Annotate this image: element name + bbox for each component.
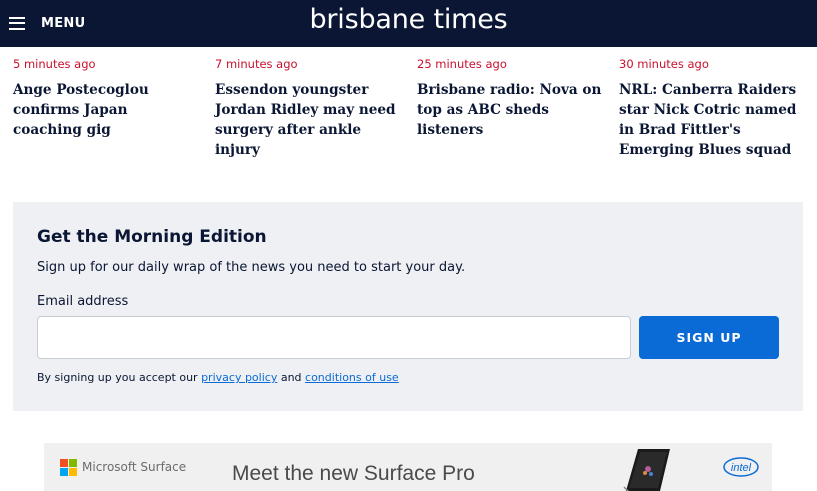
story-headline[interactable]: Essendon youngster Jordan Ridley may nee… [215,80,400,160]
email-field[interactable] [37,316,631,359]
email-label: Email address [37,294,129,309]
intel-logo-icon: intel [723,457,759,477]
newsletter-signup: Get the Morning Edition Sign up for our … [13,202,803,411]
privacy-policy-link[interactable]: privacy policy [201,371,277,384]
ad-brand: Microsoft Surface [82,460,187,474]
site-logo[interactable]: brisbane times [0,0,817,40]
story-timestamp: 30 minutes ago [619,57,709,71]
newsletter-heading: Get the Morning Edition [37,227,267,247]
terms-and: and [277,371,306,384]
newsletter-description: Sign up for our daily wrap of the news y… [37,260,466,275]
story-timestamp: 5 minutes ago [13,57,96,71]
svg-text:intel: intel [731,462,752,474]
sign-up-button[interactable]: SIGN UP [639,316,779,359]
story-headline[interactable]: NRL: Canberra Raiders star Nick Cotric n… [619,80,804,160]
surface-device-image [623,449,670,491]
advertisement-banner[interactable]: Microsoft Surface Meet the new Surface P… [44,443,772,491]
latest-stories: 5 minutes ago Ange Postecoglou confirms … [13,47,803,187]
story-headline[interactable]: Brisbane radio: Nova on top as ABC sheds… [417,80,602,140]
ad-headline: Meet the new Surface Pro [232,462,475,485]
site-header: MENU brisbane times [0,0,817,47]
story-headline[interactable]: Ange Postecoglou confirms Japan coaching… [13,80,198,140]
story-timestamp: 25 minutes ago [417,57,507,71]
microsoft-logo-icon [60,459,77,476]
terms-notice: By signing up you accept our privacy pol… [37,371,399,384]
conditions-of-use-link[interactable]: conditions of use [305,371,399,384]
terms-prefix: By signing up you accept our [37,371,202,384]
story-timestamp: 7 minutes ago [215,57,298,71]
